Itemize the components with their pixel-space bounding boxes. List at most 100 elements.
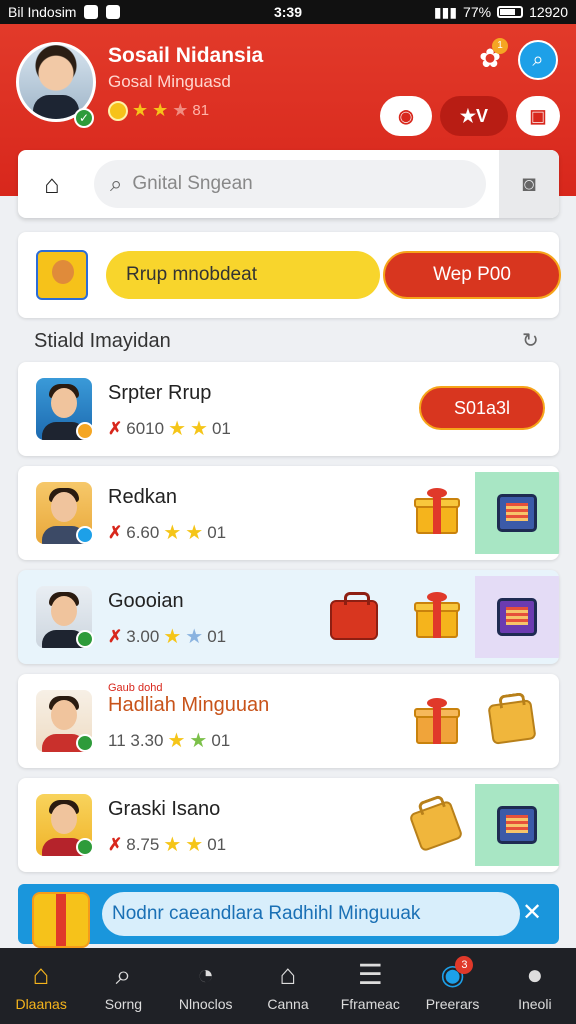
nav-timer[interactable]: ◔ Nlnoclos bbox=[165, 948, 247, 1024]
search-input[interactable]: ⌕ Gnital Sngean bbox=[94, 160, 486, 208]
gift-icon[interactable] bbox=[414, 592, 460, 638]
star-icon: ★ bbox=[163, 626, 182, 648]
list-item[interactable]: Srpter Rrup ✗ 6010 ★ ★ 01 S01a3l bbox=[18, 362, 559, 456]
search-card: ⌂ ⌕ Gnital Sngean ◙ bbox=[18, 150, 559, 218]
wifi-icon bbox=[84, 5, 99, 19]
star-icon: ★ bbox=[167, 730, 186, 752]
nav-label: Sorng bbox=[104, 996, 143, 1012]
search-icon: ⌕ bbox=[110, 171, 123, 196]
house-icon: ⌂ bbox=[279, 959, 297, 990]
meta-value: 6010 bbox=[126, 418, 165, 438]
user-icon: ● bbox=[526, 959, 544, 990]
list-item-meta: ✗ 6.60 ★ ★ 01 bbox=[108, 520, 226, 545]
bottom-navigation: ⌂ Dlaanas ⌕ Sorng ◔ Nlnoclos ⌂ Canna ☰ F… bbox=[0, 948, 576, 1024]
search-icon[interactable]: ⌕ bbox=[518, 40, 558, 80]
book-icon[interactable] bbox=[475, 472, 559, 554]
section-title: Stiald Imayidan bbox=[34, 330, 171, 352]
book-icon[interactable] bbox=[475, 784, 559, 866]
list-item[interactable]: Gaub dohd Hadliah Minguuan 11 3.30 ★ ★ 0… bbox=[18, 674, 559, 768]
coin-icon bbox=[108, 100, 128, 121]
close-icon[interactable]: ✕ bbox=[517, 898, 547, 928]
list-item-meta: ✗ 3.00 ★ ★ 01 bbox=[108, 624, 226, 649]
meta-value: 8.75 bbox=[126, 834, 160, 854]
nav-profile[interactable]: ● Ineoli bbox=[494, 948, 576, 1024]
tools-icon: ✗ bbox=[108, 626, 123, 646]
verified-icon bbox=[76, 630, 94, 648]
star-icon: ★ bbox=[163, 834, 182, 856]
list-item[interactable]: Graski Isano ✗ 8.75 ★ ★ 01 bbox=[18, 778, 559, 872]
gift-icon[interactable] bbox=[414, 698, 460, 744]
search-icon: ⌕ bbox=[115, 959, 132, 990]
meta-value: 6.60 bbox=[126, 522, 160, 542]
list-item-name: Srpter Rrup bbox=[108, 382, 212, 404]
verified-icon bbox=[76, 838, 94, 856]
tablet-icon[interactable] bbox=[475, 576, 559, 658]
verified-icon: ✓ bbox=[74, 108, 94, 128]
wallet-icon[interactable] bbox=[408, 799, 464, 853]
favorites-button[interactable]: ★V bbox=[440, 96, 508, 136]
star-icon: ★ bbox=[168, 418, 187, 440]
refresh-icon[interactable]: ↻ bbox=[522, 328, 539, 353]
status-badge bbox=[76, 422, 94, 440]
battery-icon bbox=[497, 6, 524, 18]
nav-label: Ineoli bbox=[518, 996, 552, 1012]
list-item-meta: ✗ 8.75 ★ ★ 01 bbox=[108, 832, 226, 857]
nav-list[interactable]: ☰ Fframeac bbox=[329, 948, 411, 1024]
list-item[interactable]: Goooian ✗ 3.00 ★ ★ 01 bbox=[18, 570, 559, 664]
banner-text[interactable]: Nodnr caeandlara Radhihl Minguuak bbox=[102, 892, 520, 936]
count-value: 01 bbox=[207, 626, 227, 646]
clock: 3:39 bbox=[273, 4, 303, 20]
promo-button[interactable]: Wep P00 bbox=[383, 251, 561, 299]
rating-value: 81 bbox=[192, 102, 210, 119]
gift-button[interactable]: ▣ bbox=[516, 96, 560, 136]
meta-value: 11 3.30 bbox=[108, 730, 164, 750]
status-extra: 12920 bbox=[529, 4, 568, 20]
nav-globe[interactable]: ◉ 3 Preerars bbox=[411, 948, 493, 1024]
carrier-label: Bil Indosim bbox=[8, 4, 77, 20]
medal-button[interactable]: ◉ bbox=[380, 96, 432, 136]
verified-icon bbox=[76, 734, 94, 752]
list-item-name: Redkan bbox=[108, 486, 177, 508]
nav-label: Dlaanas bbox=[15, 996, 67, 1012]
star-icon: ★ bbox=[190, 418, 208, 440]
camera-icon[interactable]: ◙ bbox=[499, 150, 559, 218]
list-item-name: Goooian bbox=[108, 590, 184, 612]
star-icon: ★ bbox=[185, 626, 204, 648]
star-icon: ★ bbox=[189, 730, 208, 752]
tools-icon: ✗ bbox=[108, 418, 123, 438]
nav-label: Preerars bbox=[425, 996, 480, 1012]
gift-icon[interactable] bbox=[414, 488, 460, 534]
gift-icon bbox=[32, 892, 90, 948]
puzzle-badge: 1 bbox=[492, 38, 508, 54]
star-icon: ★ bbox=[152, 100, 169, 120]
status-bar: Bil Indosim 3:39 ▮▮▮ 77% 12920 bbox=[0, 0, 576, 24]
nav-label: Nlnoclos bbox=[178, 996, 233, 1012]
promo-card: Rrup mnobdeat Wep P00 bbox=[18, 232, 561, 318]
toolbox-icon[interactable] bbox=[330, 592, 378, 640]
notification-badge: 3 bbox=[455, 956, 474, 974]
character-icon bbox=[36, 250, 88, 300]
nav-label: Canna bbox=[267, 996, 309, 1012]
tools-icon: ✗ bbox=[108, 522, 123, 542]
battery-label: 77% bbox=[463, 4, 492, 20]
nav-home[interactable]: ⌂ Dlaanas bbox=[0, 948, 82, 1024]
profile-subtitle: Gosal Minguasd bbox=[108, 72, 231, 91]
medal-icon: ◉ bbox=[398, 105, 414, 126]
count-value: 01 bbox=[207, 834, 227, 854]
timer-icon: ◔ bbox=[197, 959, 215, 990]
list-item-meta: 11 3.30 ★ ★ 01 bbox=[108, 728, 230, 753]
notification-icon bbox=[106, 5, 121, 19]
nav-label: Fframeac bbox=[340, 996, 400, 1012]
nav-house[interactable]: ⌂ Canna bbox=[247, 948, 329, 1024]
list-item[interactable]: Redkan ✗ 6.60 ★ ★ 01 bbox=[18, 466, 559, 560]
action-button[interactable]: S01a3l bbox=[419, 386, 545, 430]
notification-banner[interactable]: Nodnr caeandlara Radhihl Minguuak ✕ bbox=[18, 884, 559, 948]
nav-search[interactable]: ⌕ Sorng bbox=[82, 948, 164, 1024]
meta-value: 3.00 bbox=[126, 626, 160, 646]
home-icon: ⌂ bbox=[32, 959, 50, 990]
promo-label[interactable]: Rrup mnobdeat bbox=[106, 251, 380, 299]
home-icon[interactable]: ⌂ bbox=[36, 168, 68, 200]
bag-icon[interactable] bbox=[487, 699, 537, 745]
count-value: 01 bbox=[211, 418, 231, 438]
count-value: 01 bbox=[207, 522, 227, 542]
